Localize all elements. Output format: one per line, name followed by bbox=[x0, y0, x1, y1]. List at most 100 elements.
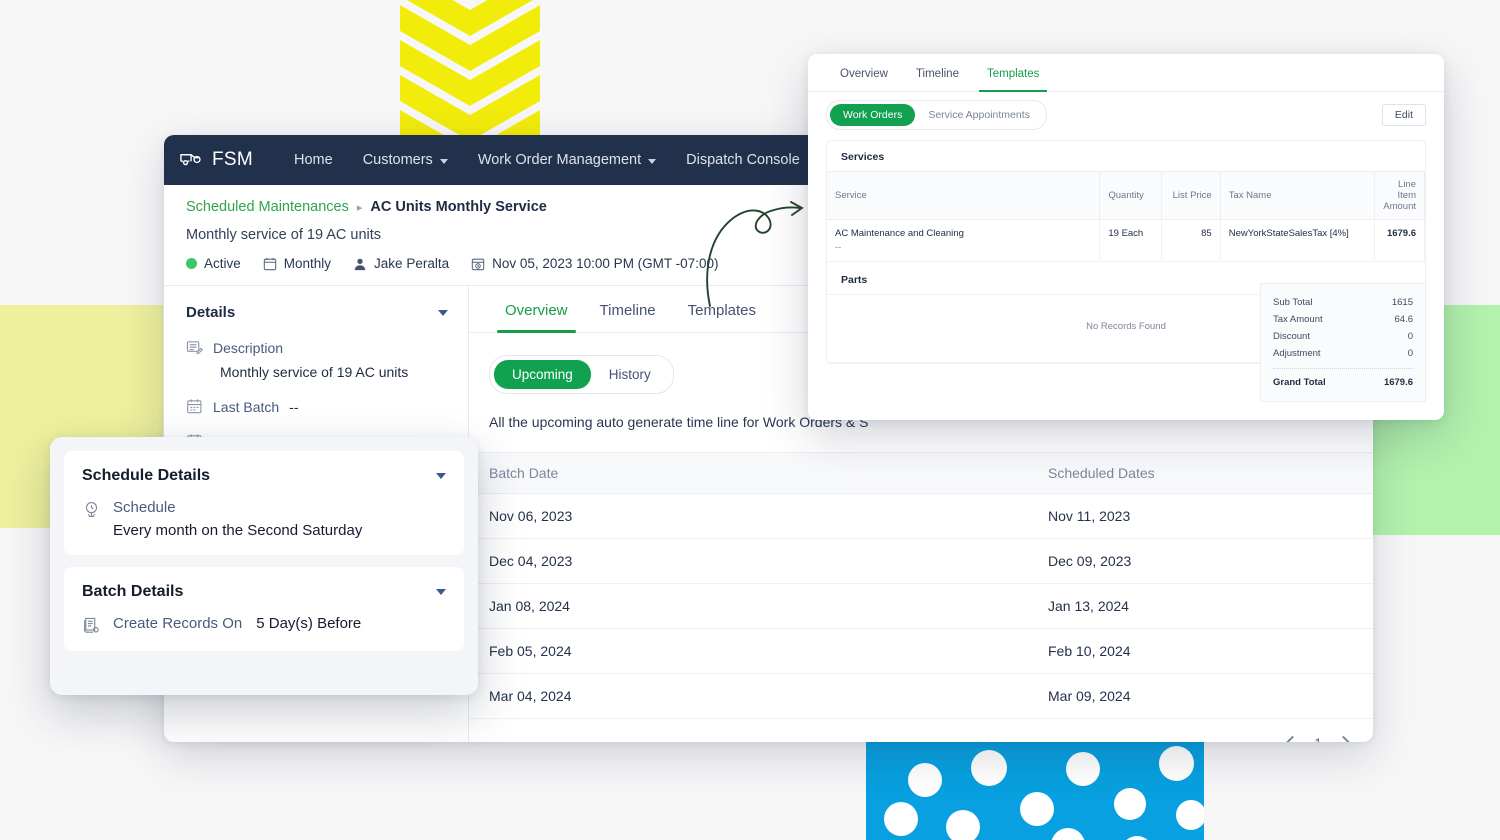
table-row[interactable]: AC Maintenance and Cleaning -- 19 Each 8… bbox=[827, 219, 1425, 262]
table-header-row: Service Quantity List Price Tax Name Lin… bbox=[827, 171, 1425, 220]
table-header-row: Batch Date Scheduled Dates bbox=[469, 452, 1373, 494]
cell-list-price: 85 bbox=[1161, 219, 1221, 262]
batch-dates-table: Batch Date Scheduled Dates Nov 06, 2023 … bbox=[469, 452, 1373, 719]
templates-popup-window: Overview Timeline Templates Work Orders … bbox=[808, 54, 1444, 420]
column-header-service: Service bbox=[827, 171, 1101, 220]
field-schedule: Schedule Every month on the Second Satur… bbox=[82, 499, 446, 539]
batch-section-header[interactable]: Batch Details bbox=[82, 583, 446, 601]
nav-item-label: Customers bbox=[362, 152, 433, 168]
chevron-down-icon bbox=[439, 158, 448, 164]
details-section-header[interactable]: Details bbox=[186, 304, 448, 321]
table-row[interactable]: Dec 04, 2023 Dec 09, 2023 bbox=[469, 538, 1373, 584]
field-create-records-on: Create Records On 5 Day(s) Before bbox=[82, 615, 446, 635]
schedule-section-header[interactable]: Schedule Details bbox=[82, 467, 446, 485]
nav-item-home[interactable]: Home bbox=[279, 135, 348, 185]
popup-tab-timeline[interactable]: Timeline bbox=[902, 54, 973, 91]
owner-label: Jake Peralta bbox=[374, 256, 450, 271]
tab-label: Overview bbox=[505, 302, 568, 319]
blue-dots-decor bbox=[866, 740, 1204, 840]
chevron-down-icon[interactable] bbox=[436, 473, 446, 479]
field-value: -- bbox=[289, 398, 299, 415]
batch-details-panel: Batch Details Create Records On 5 Day(s)… bbox=[64, 567, 464, 651]
van-icon bbox=[180, 149, 204, 172]
chevron-pattern-decor bbox=[400, 0, 540, 140]
user-icon bbox=[353, 257, 367, 271]
schedule-details-title: Schedule Details bbox=[82, 467, 211, 484]
total-value: 1615 bbox=[1391, 297, 1413, 308]
totals-summary: Sub Total 1615 Tax Amount 64.6 Discount … bbox=[1260, 283, 1426, 402]
table-row[interactable]: Nov 06, 2023 Nov 11, 2023 bbox=[469, 493, 1373, 539]
nav-item-work-order-management[interactable]: Work Order Management bbox=[463, 135, 671, 185]
schedule-batch-floating-card: Schedule Details Schedule Every month on… bbox=[50, 437, 478, 695]
chevron-down-icon bbox=[648, 158, 657, 164]
total-label: Adjustment bbox=[1273, 348, 1321, 359]
nav-item-label: Work Order Management bbox=[477, 152, 642, 168]
records-icon bbox=[82, 616, 101, 635]
column-header-tax-name: Tax Name bbox=[1220, 171, 1376, 220]
clock-icon bbox=[82, 500, 101, 519]
segment-work-orders[interactable]: Work Orders bbox=[830, 104, 916, 126]
cell-quantity: 19 Each bbox=[1099, 219, 1162, 262]
tab-label: Templates bbox=[986, 68, 1040, 80]
cell-scheduled-date: Mar 09, 2024 bbox=[614, 673, 1373, 719]
cell-scheduled-date: Nov 11, 2023 bbox=[614, 493, 1373, 539]
service-subtext: -- bbox=[835, 242, 842, 253]
cell-scheduled-date: Feb 10, 2024 bbox=[614, 628, 1373, 674]
frequency-meta: Monthly bbox=[263, 256, 331, 271]
app-logo[interactable]: FSM bbox=[180, 149, 253, 172]
table-row[interactable]: Jan 08, 2024 Jan 13, 2024 bbox=[469, 583, 1373, 629]
field-label: Description bbox=[213, 339, 284, 356]
popup-tab-overview[interactable]: Overview bbox=[826, 54, 902, 91]
column-header-scheduled-dates: Scheduled Dates bbox=[614, 452, 1373, 494]
brand-label: FSM bbox=[212, 149, 254, 170]
clock-calendar-icon bbox=[471, 257, 485, 271]
chevron-down-icon[interactable] bbox=[438, 309, 448, 316]
segment-history[interactable]: History bbox=[591, 360, 669, 389]
total-label: Tax Amount bbox=[1273, 314, 1323, 325]
total-value: 0 bbox=[1407, 331, 1413, 342]
field-value: 5 Day(s) Before bbox=[256, 615, 362, 632]
edit-button[interactable]: Edit bbox=[1381, 104, 1426, 126]
table-row[interactable]: Mar 04, 2024 Mar 09, 2024 bbox=[469, 673, 1373, 719]
page-number: 1 bbox=[1314, 735, 1322, 742]
total-row-adjustment: Adjustment 0 bbox=[1273, 345, 1413, 362]
popup-tab-templates[interactable]: Templates bbox=[973, 54, 1053, 92]
tab-timeline[interactable]: Timeline bbox=[584, 286, 672, 332]
total-label: Discount bbox=[1273, 331, 1310, 342]
tab-templates[interactable]: Templates bbox=[672, 286, 772, 332]
chevron-left-icon[interactable] bbox=[1284, 735, 1301, 742]
nav-item-dispatch-console[interactable]: Dispatch Console bbox=[671, 135, 815, 185]
field-value: Every month on the Second Saturday bbox=[113, 522, 363, 539]
chevron-down-icon[interactable] bbox=[436, 589, 446, 595]
description-icon bbox=[186, 339, 204, 356]
field-value: Monthly service of 19 AC units bbox=[220, 364, 409, 380]
breadcrumb-parent-link[interactable]: Scheduled Maintenances bbox=[186, 199, 349, 215]
total-label: Sub Total bbox=[1273, 297, 1313, 308]
chevron-right-icon[interactable] bbox=[1335, 735, 1352, 742]
popup-tab-bar: Overview Timeline Templates bbox=[808, 54, 1444, 92]
status-dot-icon bbox=[186, 258, 197, 269]
field-description: Description Monthly service of 19 AC uni… bbox=[186, 339, 448, 380]
cell-batch-date: Dec 04, 2023 bbox=[469, 538, 614, 584]
cell-batch-date: Jan 08, 2024 bbox=[469, 583, 614, 629]
table-row[interactable]: Feb 05, 2024 Feb 10, 2024 bbox=[469, 628, 1373, 674]
field-last-batch: Last Batch -- bbox=[186, 398, 448, 415]
field-label: Create Records On bbox=[113, 615, 243, 632]
nav-item-customers[interactable]: Customers bbox=[348, 135, 463, 185]
service-name: AC Maintenance and Cleaning bbox=[835, 228, 964, 239]
total-value: 0 bbox=[1407, 348, 1413, 359]
tab-label: Templates bbox=[687, 302, 757, 319]
total-row-tax-amount: Tax Amount 64.6 bbox=[1273, 311, 1413, 328]
batch-details-title: Batch Details bbox=[82, 583, 184, 600]
tab-overview[interactable]: Overview bbox=[489, 286, 584, 333]
cell-service: AC Maintenance and Cleaning -- bbox=[827, 219, 1101, 262]
segment-upcoming[interactable]: Upcoming bbox=[494, 360, 591, 389]
schedule-details-panel: Schedule Details Schedule Every month on… bbox=[64, 451, 464, 555]
segment-service-appointments[interactable]: Service Appointments bbox=[915, 104, 1043, 126]
breadcrumb-current: AC Units Monthly Service bbox=[370, 199, 547, 215]
upcoming-history-toggle: Upcoming History bbox=[489, 355, 674, 394]
field-label: Schedule bbox=[113, 499, 176, 516]
cell-scheduled-date: Jan 13, 2024 bbox=[614, 583, 1373, 629]
calendar-repeat-icon bbox=[263, 257, 277, 271]
tab-label: Timeline bbox=[915, 68, 959, 80]
